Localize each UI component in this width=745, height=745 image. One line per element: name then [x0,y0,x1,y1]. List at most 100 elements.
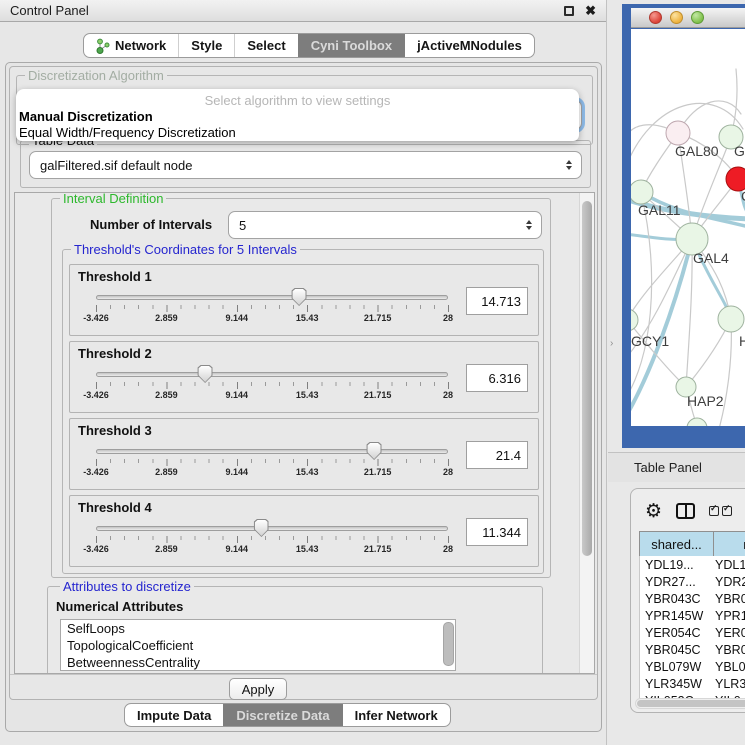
gear-icon[interactable]: ⚙ [645,502,662,521]
threshold-1-label: Threshold 1 [78,269,152,284]
tab-jactivemnodules[interactable]: jActiveMNodules [404,34,534,57]
scrollbar-thumb[interactable] [582,201,592,556]
float-window-icon[interactable] [564,6,574,16]
column-header-name[interactable]: na [714,532,745,557]
threshold-2-panel: Threshold 2 -3.426 2.859 9.144 [69,341,539,413]
panel-splitter[interactable]: › [608,22,622,745]
slider-ticks [96,536,449,543]
table-row[interactable]: YER054CYER0 [640,624,745,641]
close-window-icon[interactable]: ✖ [585,6,596,16]
slider-thumb[interactable] [254,519,269,537]
network-canvas[interactable]: GAL80GACGAL11GAL4GCY1HHAP2 [631,29,745,426]
threshold-2-value-field[interactable] [466,364,528,392]
table-row[interactable]: YBR045CYBR0 [640,641,745,658]
scrollbar-thumb[interactable] [637,700,745,707]
columns-icon[interactable] [676,503,695,519]
table-row[interactable]: YBL079WYBL0 [640,658,745,675]
threshold-1-value-field[interactable] [466,287,528,315]
zoom-traffic-light[interactable] [691,11,704,24]
slider-thumb[interactable] [198,365,213,383]
list-item[interactable]: TopologicalCoefficient [61,637,455,654]
table-panel: ⚙ shared... na YDL19...YDL1 YDR27...YDR2… [630,488,745,713]
slider-track[interactable] [96,372,448,377]
list-scrollbar-thumb[interactable] [443,622,454,666]
tab-network[interactable]: Network [84,34,178,57]
column-header-shared-name[interactable]: shared... [640,532,714,557]
dropdown-item-manual-discretization[interactable]: Manual Discretization [16,109,579,125]
threshold-coordinates-group: Threshold's Coordinates for 5 Intervals … [62,249,544,574]
list-item[interactable]: SelfLoops [61,620,455,637]
tab-style[interactable]: Style [178,34,234,57]
network-node-gal11[interactable] [631,180,653,204]
network-node-label: H [739,333,745,349]
table-row[interactable]: YDR27...YDR2 [640,573,745,590]
network-node-h[interactable] [718,306,744,332]
slider-ticks [96,305,449,312]
threshold-2-slider[interactable]: -3.426 2.859 9.144 15.43 21.715 28 [96,370,448,404]
table-row[interactable]: YDL19...YDL1 [640,556,745,573]
network-view-window: GAL80GACGAL11GAL4GCY1HHAP2 [622,4,745,448]
tab-infer-network[interactable]: Infer Network [342,704,450,726]
checkbox-checked-icon[interactable] [709,506,719,516]
apply-button[interactable]: Apply [229,678,287,700]
threshold-3-slider[interactable]: -3.426 2.859 9.144 15.43 21.715 28 [96,447,448,481]
network-node[interactable] [687,418,707,426]
table-row[interactable]: YBR043CYBR0 [640,590,745,607]
slider-scale: -3.426 2.859 9.144 15.43 21.715 28 [96,313,448,325]
network-node-gal80[interactable] [666,121,690,145]
discretization-algorithm-title: Discretization Algorithm [25,68,167,83]
list-item[interactable]: BetweennessCentrality [61,654,455,671]
table-panel-title: Table Panel [634,460,702,475]
screen: Control Panel ✖ Network Style Select [0,0,745,745]
table-horizontal-scrollbar[interactable] [635,698,745,709]
slider-track[interactable] [96,526,448,531]
threshold-2-label: Threshold 2 [78,346,152,361]
tab-discretize-data[interactable]: Discretize Data [223,704,341,726]
network-window-titlebar [631,8,745,28]
table-row[interactable]: YPR145WYPR1 [640,607,745,624]
tab-cyni-toolbox[interactable]: Cyni Toolbox [298,34,404,57]
slider-thumb[interactable] [292,288,307,306]
number-of-intervals-combobox[interactable]: 5 [228,211,542,239]
minimize-traffic-light[interactable] [670,11,683,24]
numerical-attributes-list: SelfLoops TopologicalCoefficient Between… [60,619,456,671]
table-data-combobox[interactable]: galFiltered.sif default node [29,151,582,179]
dropdown-item-equal-width[interactable]: Equal Width/Frequency Discretization [16,125,579,141]
threshold-3-panel: Threshold 3 -3.426 2.859 9.144 [69,418,539,490]
network-graph: GAL80GACGAL11GAL4GCY1HHAP2 [631,29,745,426]
table-data-group: Table Data galFiltered.sif default node [20,140,591,188]
network-tab-icon [96,38,110,54]
close-traffic-light[interactable] [649,11,662,24]
interval-definition-group: Interval Definition Number of Intervals … [51,198,551,578]
network-node-gcy1[interactable] [631,309,638,331]
slider-track[interactable] [96,449,448,454]
panel-vertical-scrollbar[interactable] [579,193,594,673]
network-node-label: GCY1 [631,333,669,349]
network-edge[interactable] [631,320,686,387]
slider-thumb[interactable] [367,442,382,460]
control-panel-titlebar: Control Panel ✖ [0,0,606,22]
tab-select[interactable]: Select [234,34,297,57]
table-toolbar: ⚙ [631,495,745,527]
network-edge[interactable] [719,319,731,426]
threshold-3-value-field[interactable] [466,441,528,469]
control-panel-window: Control Panel ✖ Network Style Select [0,0,607,745]
combo-arrows-icon [526,220,532,230]
network-node-label: HAP2 [687,393,724,409]
splitter-grip-icon[interactable]: › [610,338,613,349]
slider-ticks [96,459,449,466]
threshold-4-slider[interactable]: -3.426 2.859 9.144 15.43 21.715 28 [96,524,448,558]
slider-ticks [96,382,449,389]
slider-scale: -3.426 2.859 9.144 15.43 21.715 28 [96,544,448,556]
tab-impute-data[interactable]: Impute Data [125,704,223,726]
threshold-4-value-field[interactable] [466,518,528,546]
node-table: shared... na [639,531,745,557]
table-row[interactable]: YLR345WYLR3 [640,675,745,692]
threshold-1-panel: Threshold 1 -3.426 2.859 9.144 [69,264,539,336]
combo-arrows-icon [566,160,572,170]
slider-track[interactable] [96,295,448,300]
threshold-1-slider[interactable]: -3.426 2.859 9.144 15.43 21.715 28 [96,293,448,327]
table-header-row: shared... na [640,532,745,557]
dropdown-placeholder-item[interactable]: Select algorithm to view settings [16,92,579,109]
checkbox-checked-icon[interactable] [722,506,732,516]
